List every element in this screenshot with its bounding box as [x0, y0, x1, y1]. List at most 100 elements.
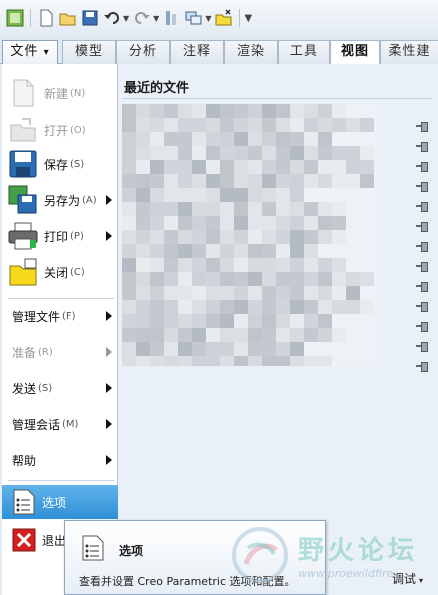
blurred-pixel: [248, 314, 262, 328]
blurred-pixel: [150, 104, 164, 118]
blurred-pixel: [206, 202, 220, 216]
tab-annotate[interactable]: 注释: [170, 40, 224, 64]
menu-label: 另存为: [44, 193, 81, 208]
recent-files-list-blurred[interactable]: [122, 104, 378, 366]
blurred-pixel: [150, 202, 164, 216]
blurred-pixel: [276, 356, 290, 366]
blurred-pixel: [262, 216, 276, 230]
tab-analysis[interactable]: 分析: [116, 40, 170, 64]
blurred-pixel: [234, 174, 248, 188]
blurred-pixel: [346, 272, 360, 286]
blurred-pixel: [178, 146, 192, 160]
tab-file[interactable]: 文件 ▾: [2, 40, 58, 64]
pin-icon[interactable]: [416, 262, 428, 272]
customize-icon[interactable]: ▼: [244, 13, 252, 24]
pin-icon[interactable]: [416, 182, 428, 192]
blurred-pixel: [178, 160, 192, 174]
blurred-pixel: [290, 356, 304, 366]
blurred-pixel: [150, 244, 164, 258]
blurred-pixel: [234, 146, 248, 160]
open-icon[interactable]: [59, 9, 77, 27]
pin-icon[interactable]: [416, 242, 428, 252]
blurred-pixel: [276, 328, 290, 342]
pin-icon[interactable]: [416, 122, 428, 132]
pin-icon[interactable]: [416, 302, 428, 312]
blurred-pixel: [206, 174, 220, 188]
tab-tools[interactable]: 工具: [278, 40, 330, 64]
pin-icon[interactable]: [416, 322, 428, 332]
options-list-icon: [12, 489, 36, 515]
menu-item-save-as[interactable]: 另存为 (A): [2, 180, 118, 220]
blurred-pixel: [304, 132, 318, 146]
blurred-pixel: [248, 174, 262, 188]
blurred-pixel: [248, 160, 262, 174]
save-disk-icon: [8, 149, 38, 179]
window-icon[interactable]: [185, 9, 203, 27]
close-window-icon[interactable]: [215, 9, 233, 27]
menu-item-close[interactable]: 关闭 (C): [2, 252, 118, 292]
menu-item-send[interactable]: 发送 (S): [2, 372, 118, 404]
menu-item-new[interactable]: 新建 (N): [2, 73, 118, 113]
blurred-pixel: [304, 174, 318, 188]
blurred-pixel: [248, 104, 262, 118]
tab-flexible-modeling[interactable]: 柔性建: [380, 40, 438, 64]
undo-icon[interactable]: [103, 9, 121, 27]
blurred-pixel: [164, 286, 178, 300]
new-icon[interactable]: [37, 9, 55, 27]
undo-dropdown-icon[interactable]: ▼: [123, 14, 129, 23]
tab-model[interactable]: 模型: [62, 40, 116, 64]
blurred-pixel: [234, 202, 248, 216]
blurred-pixel: [262, 356, 276, 366]
menu-item-options[interactable]: 选项: [2, 485, 118, 519]
blurred-pixel: [290, 216, 304, 230]
chevron-down-icon: ▾: [419, 576, 424, 585]
blurred-pixel: [178, 230, 192, 244]
pin-icon[interactable]: [416, 362, 428, 372]
blurred-pixel: [346, 118, 360, 132]
tab-render[interactable]: 渲染: [224, 40, 278, 64]
blurred-pixel: [220, 188, 234, 202]
blurred-pixel: [136, 244, 150, 258]
save-icon[interactable]: [81, 9, 99, 27]
blurred-pixel: [122, 314, 136, 328]
blurred-pixel: [192, 342, 206, 356]
blurred-pixel: [136, 286, 150, 300]
blurred-pixel: [150, 132, 164, 146]
blurred-pixel: [304, 286, 318, 300]
regenerate-icon[interactable]: [163, 9, 181, 27]
pin-icon[interactable]: [416, 162, 428, 172]
pin-icon[interactable]: [416, 142, 428, 152]
blurred-pixel: [262, 300, 276, 314]
tab-view[interactable]: 视图: [330, 40, 380, 64]
debug-dropdown[interactable]: 调试 ▾: [392, 570, 423, 587]
menu-label: 关闭: [44, 265, 69, 280]
blurred-pixel: [262, 174, 276, 188]
blurred-pixel: [164, 328, 178, 342]
blurred-pixel: [318, 146, 332, 160]
pin-icon[interactable]: [416, 222, 428, 232]
menu-item-help[interactable]: 帮助: [2, 444, 118, 476]
menu-item-manage-session[interactable]: 管理会话 (M): [2, 408, 118, 440]
app-icon[interactable]: [6, 9, 24, 27]
blurred-pixel: [122, 202, 136, 216]
pin-icon[interactable]: [416, 342, 428, 352]
redo-icon[interactable]: [133, 9, 151, 27]
menu-label: 管理文件: [12, 309, 61, 324]
blurred-pixel: [192, 258, 206, 272]
blurred-pixel: [178, 314, 192, 328]
blurred-pixel: [234, 300, 248, 314]
blurred-pixel: [206, 160, 220, 174]
blurred-pixel: [234, 132, 248, 146]
pin-icon[interactable]: [416, 202, 428, 212]
window-dropdown-icon[interactable]: ▼: [205, 14, 211, 23]
pin-icon[interactable]: [416, 282, 428, 292]
redo-dropdown-icon[interactable]: ▼: [153, 14, 159, 23]
blurred-pixel: [318, 132, 332, 146]
menu-item-manage-file[interactable]: 管理文件 (F): [2, 300, 118, 332]
menu-item-save[interactable]: 保存 (S): [2, 144, 118, 184]
blurred-pixel: [178, 286, 192, 300]
blurred-pixel: [178, 188, 192, 202]
menu-item-prepare[interactable]: 准备 (R): [2, 336, 118, 368]
blurred-pixel: [122, 188, 136, 202]
menu-item-print[interactable]: 打印 (P): [2, 216, 118, 256]
